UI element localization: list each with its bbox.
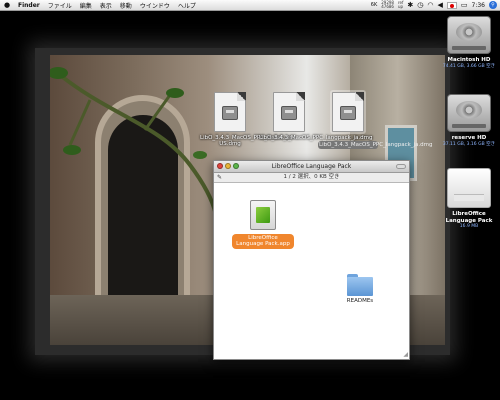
memory-monitor: ref up [398,1,403,9]
dmg-file-langpack-selected[interactable]: LibO_3.4.3_MacOS_PPC_langpack_ja.dmg [318,90,433,149]
menu-finder[interactable]: Finder [14,2,44,9]
menu-bar: ● Finder ファイル 編集 表示 移動 ウインドウ ヘルプ 6K 2929… [0,0,500,11]
battery-icon[interactable]: ▭ [461,1,468,9]
menu-view[interactable]: 表示 [96,1,116,10]
menu-file[interactable]: ファイル [44,1,76,10]
window-content: LibreOffice Language Pack.app READMEs ◢ [214,182,409,359]
bluetooth-icon[interactable]: ✱ [407,1,413,9]
mounted-volume-icon [447,168,491,208]
resize-grip-icon[interactable]: ◢ [403,351,408,358]
dmg-document-icon [332,92,364,132]
folder-icon [347,274,373,296]
network-rate: 6K [370,2,378,8]
menu-extras: 6K 29298 47686 ref up ✱ ◷ ◠ ◀ ▭ 7:36 ⚲ [371,1,500,9]
menu-edit[interactable]: 編集 [76,1,96,10]
libreoffice-language-pack-app[interactable]: LibreOffice Language Pack.app [232,200,294,249]
drive-macintosh-hd-name: Macintosh HD [447,57,491,63]
menu-help[interactable]: ヘルプ [174,1,200,10]
dmg-file-install-label: LibO_3.4.3_MacOS_PPC_install_en-US.dmg [200,135,295,147]
dmg-file-langpack-selected-label: LibO_3.4.3_MacOS_PPC_langpack_ja.dmg [318,141,433,149]
hard-drive-icon [447,94,491,132]
dmg-document-icon [273,92,305,132]
zoom-button[interactable] [233,163,239,169]
drive-reserve-hd[interactable]: reserve HD 37.11 GB, 3.16 GB 空き [440,94,498,147]
clock[interactable]: 7:36 [472,2,485,9]
action-gear-icon[interactable]: ✎ [217,173,222,182]
window-title: LibreOffice Language Pack [271,163,352,170]
apple-menu-icon[interactable]: ● [0,1,14,9]
close-button[interactable] [217,163,223,169]
drive-macintosh-hd[interactable]: Macintosh HD 74.41 GB, 3.66 GB 空き [440,16,498,69]
menu-window[interactable]: ウインドウ [136,1,174,10]
drive-macintosh-hd-info: 74.41 GB, 3.66 GB 空き [442,63,496,69]
dmg-file-langpack[interactable]: LibO_3.4.3_MacOS_PPC_langpack_ja.dmg [259,92,373,141]
drive-reserve-hd-info: 37.11 GB, 3.16 GB 空き [442,141,496,147]
libreoffice-app-icon [250,200,276,230]
menu-go[interactable]: 移動 [116,1,136,10]
time-machine-icon[interactable]: ◷ [417,1,423,9]
volume-info: 16.9 MB [459,224,479,229]
window-titlebar[interactable]: LibreOffice Language Pack [214,161,409,173]
selection-highlight [330,90,366,134]
window-status-text: 1 / 2 選択、0 KB 空き [283,174,340,180]
dmg-file-langpack-label: LibO_3.4.3_MacOS_PPC_langpack_ja.dmg [259,135,373,141]
memory-monitor-bottom: up [397,4,404,9]
readmes-folder[interactable]: READMEs [340,274,380,304]
libreoffice-app-label: LibreOffice Language Pack.app [232,233,294,249]
input-method-flag-icon[interactable] [446,1,457,9]
minimize-button[interactable] [225,163,231,169]
spotlight-icon[interactable]: ⚲ [489,1,497,9]
volume-icon[interactable]: ◀ [438,1,443,9]
readmes-folder-label: READMEs [346,298,374,304]
cpu-monitor: 29298 47686 [381,1,394,9]
wifi-icon[interactable]: ◠ [427,1,433,9]
dmg-document-icon [214,92,246,132]
cpu-monitor-bottom: 47686 [381,4,394,9]
finder-window[interactable]: LibreOffice Language Pack ✎ 1 / 2 選択、0 K… [213,160,410,360]
hard-drive-icon [447,16,491,54]
dmg-file-install[interactable]: LibO_3.4.3_MacOS_PPC_install_en-US.dmg [200,92,295,147]
window-controls [217,163,239,169]
toolbar-toggle-button[interactable] [396,164,406,169]
volume-name: LibreOffice Language Pack [445,211,493,224]
volume-libreoffice-language-pack[interactable]: LibreOffice Language Pack 16.9 MB [440,168,498,230]
